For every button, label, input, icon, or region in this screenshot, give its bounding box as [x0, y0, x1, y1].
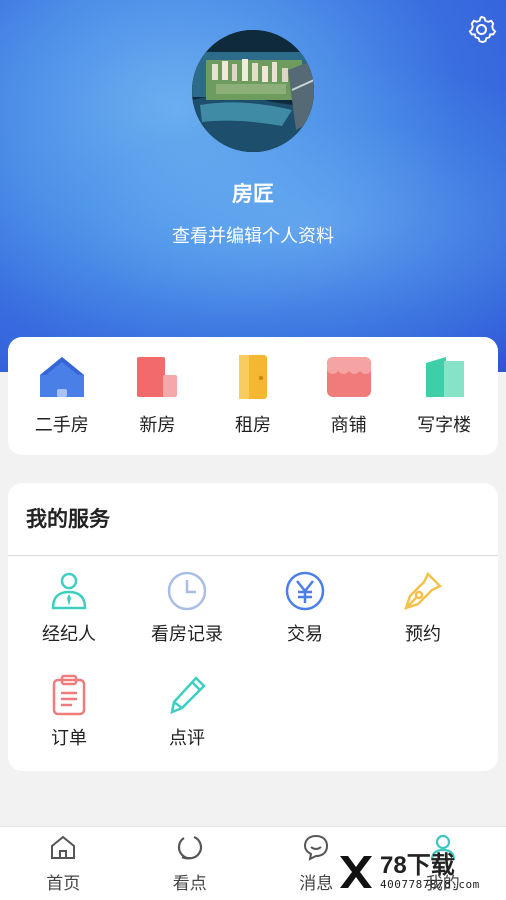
category-shop[interactable]: 商铺 [304, 337, 394, 455]
clipboard-icon [52, 674, 86, 716]
clock-icon [167, 571, 207, 611]
settings-gear-icon[interactable] [466, 14, 498, 46]
yen-icon [285, 571, 325, 611]
chat-icon [304, 834, 329, 861]
shop-icon [326, 357, 371, 397]
category-label: 二手房 [34, 415, 89, 436]
pencil-icon [170, 676, 206, 715]
category-card: 二手房 新房 租房 商铺 写字楼 [8, 337, 498, 455]
home-icon [51, 835, 76, 859]
service-appointment[interactable]: 预约 [366, 570, 480, 674]
watermark: 78下载 4007787878.com [336, 852, 500, 892]
service-orders[interactable]: 订单 [12, 674, 126, 778]
tab-home[interactable]: 首页 [0, 827, 127, 900]
office-icon [426, 357, 465, 397]
service-reviews[interactable]: 点评 [130, 674, 244, 778]
service-label: 订单 [51, 728, 87, 749]
my-services-card: 我的服务 经纪人 看房记录 交易 预约 订单 点评 [8, 483, 498, 771]
category-office[interactable]: 写字楼 [399, 337, 489, 455]
category-rent[interactable]: 租房 [208, 337, 298, 455]
tab-highlights[interactable]: 看点 [127, 827, 254, 900]
service-label: 点评 [169, 728, 205, 749]
edit-profile-link[interactable]: 查看并编辑个人资料 [0, 222, 506, 248]
building-icon [137, 357, 178, 397]
service-label: 预约 [405, 624, 441, 645]
category-second-hand[interactable]: 二手房 [17, 337, 107, 455]
circle-loop-icon [177, 835, 202, 860]
services-title: 我的服务 [8, 483, 498, 556]
service-label: 交易 [287, 624, 323, 645]
service-transaction[interactable]: 交易 [248, 570, 362, 674]
house-icon [39, 357, 84, 397]
service-agent[interactable]: 经纪人 [12, 570, 126, 674]
agent-icon [51, 572, 87, 610]
watermark-site: 4007787878.com [380, 877, 480, 891]
tab-label: 看点 [172, 874, 207, 894]
watermark-brand: 78下载 [380, 851, 455, 879]
category-label: 租房 [234, 415, 271, 436]
category-label: 写字楼 [417, 415, 472, 436]
profile-name[interactable]: 房匠 [0, 178, 506, 208]
service-label: 经纪人 [42, 624, 96, 645]
category-label: 商铺 [330, 415, 367, 436]
door-icon [238, 355, 267, 399]
watermark-logo-icon [340, 856, 372, 888]
category-new[interactable]: 新房 [112, 337, 202, 455]
category-label: 新房 [139, 415, 176, 436]
avatar[interactable] [192, 30, 314, 152]
tab-label: 首页 [46, 874, 81, 894]
service-view-history[interactable]: 看房记录 [130, 570, 244, 674]
service-label: 看房记录 [151, 624, 223, 645]
pen-nib-icon [404, 571, 443, 610]
